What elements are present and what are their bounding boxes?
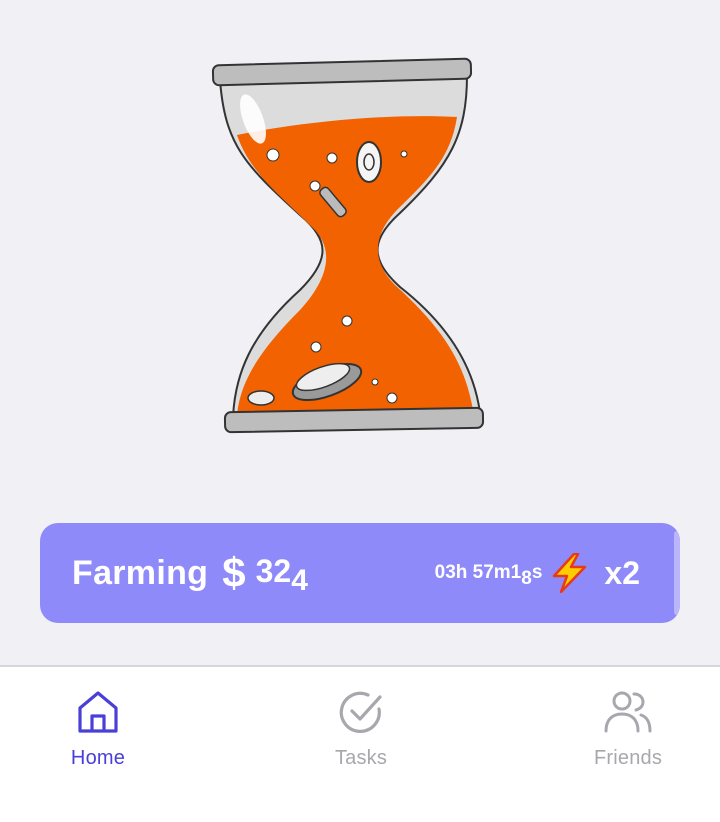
bottom-tab-bar: Home Tasks Friends — [0, 665, 720, 822]
boost-multiplier: x2 — [604, 554, 640, 591]
timer-suffix: s — [531, 562, 543, 583]
farming-label: Farming — [72, 553, 209, 592]
farming-timer: 03h 57m18s — [434, 562, 543, 589]
hourglass-illustration — [205, 55, 495, 445]
farming-amount-main: 32 — [255, 552, 292, 589]
tab-label-friends: Friends — [593, 747, 663, 769]
timer-rolling-digit: 8 — [521, 568, 532, 589]
tab-label-home: Home — [70, 747, 126, 769]
lightning-bolt-icon — [553, 553, 587, 593]
check-circle-icon — [339, 691, 382, 733]
farming-status-bar[interactable]: Farming $ 324 03h 57m18s x2 — [40, 523, 680, 623]
dollar-icon: $ — [222, 549, 246, 596]
tab-home[interactable]: Home — [28, 689, 168, 770]
farming-amount: 324 — [255, 552, 308, 597]
farming-amount-rolling-digit: 4 — [291, 563, 308, 597]
tab-friends[interactable]: Friends — [558, 689, 698, 770]
timer-main: 03h 57m1 — [434, 562, 522, 583]
tab-label-tasks: Tasks — [334, 747, 388, 769]
home-icon — [78, 691, 118, 733]
app-screen: Farming $ 324 03h 57m18s x2 Home Tasks F… — [0, 0, 720, 822]
users-icon — [604, 691, 652, 733]
tab-tasks[interactable]: Tasks — [291, 689, 431, 770]
